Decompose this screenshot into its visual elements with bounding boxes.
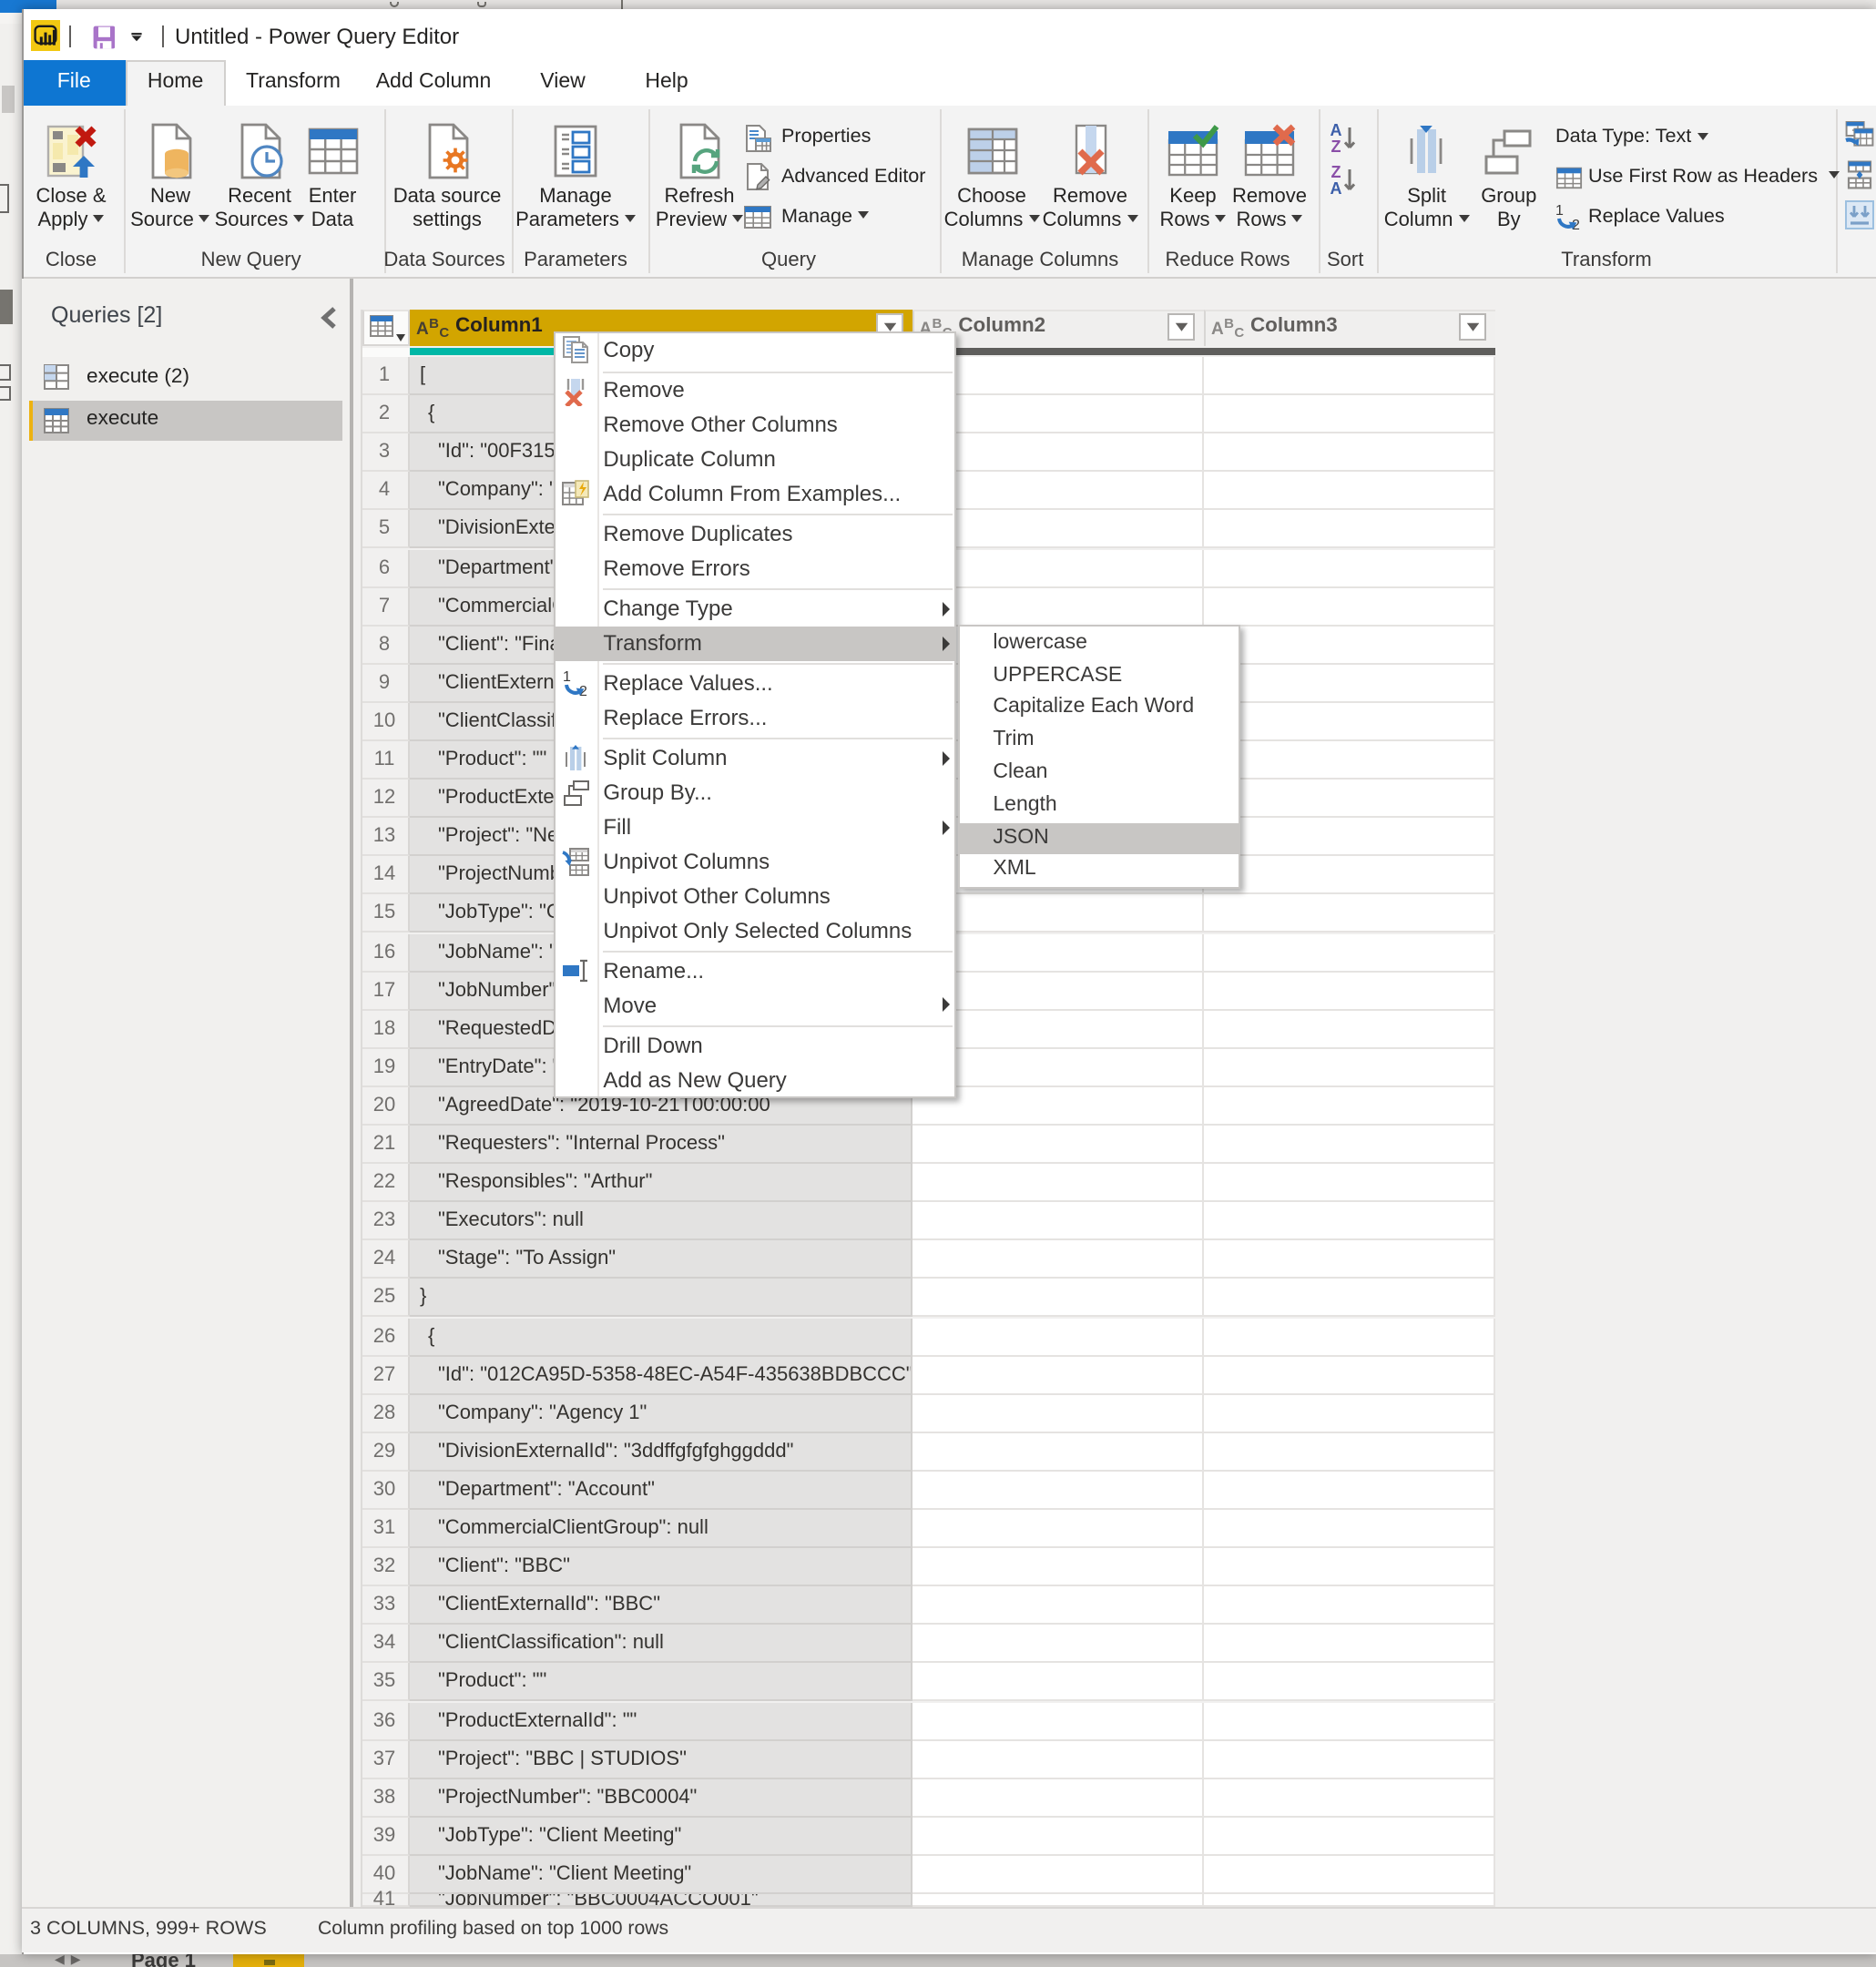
svg-text:1: 1	[563, 670, 571, 686]
svg-text:Z: Z	[1331, 138, 1341, 155]
svg-text:A: A	[1331, 121, 1342, 139]
svg-text:A: A	[1331, 179, 1342, 197]
svg-text:1: 1	[1555, 203, 1564, 219]
svg-text:Z: Z	[1331, 163, 1341, 181]
